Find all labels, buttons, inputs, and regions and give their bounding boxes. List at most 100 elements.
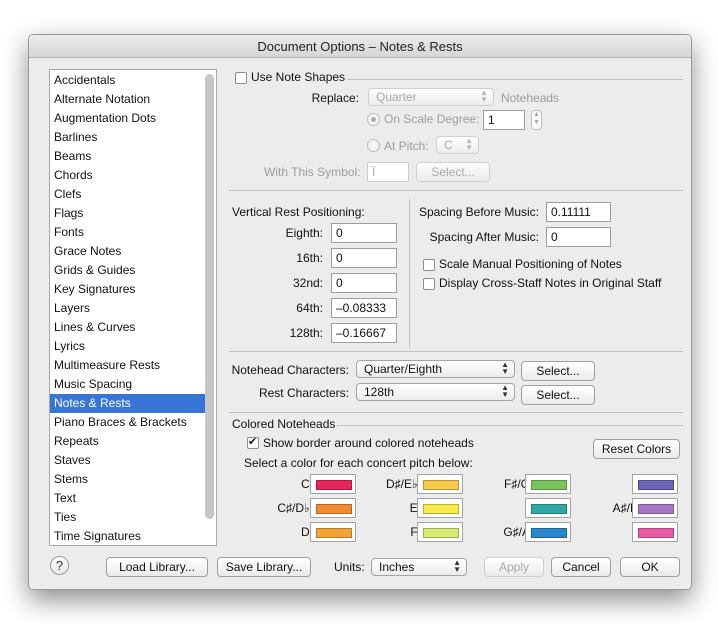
rest-characters-value: 128th (364, 385, 395, 399)
sidebar-item-repeats[interactable]: Repeats (50, 432, 206, 451)
divider-3 (229, 412, 683, 413)
window-title: Document Options – Notes & Rests (257, 39, 463, 54)
scrollbar-thumb[interactable] (205, 74, 214, 519)
sidebar-item-key-signatures[interactable]: Key Signatures (50, 280, 206, 299)
rest-row-label: 128th: (289, 326, 323, 340)
swatch-color-fill (423, 528, 459, 538)
sidebar-item-music-spacing[interactable]: Music Spacing (50, 375, 206, 394)
rest-row-field[interactable]: 0 (331, 273, 397, 293)
spacing-after-field[interactable]: 0 (546, 227, 611, 247)
sidebar-item-time-signatures[interactable]: Time Signatures (50, 527, 206, 545)
save-library-button[interactable]: Save Library... (217, 557, 311, 577)
popup-arrows-icon: ▲ ▼ (480, 88, 488, 104)
sidebar-item-accidentals[interactable]: Accidentals (50, 71, 206, 90)
rest-positioning-heading: Vertical Rest Positioning: (232, 205, 365, 219)
spacing-before-field[interactable]: 0.11111 (546, 202, 611, 222)
pitch-color-swatch[interactable] (525, 498, 571, 518)
sidebar-item-lyrics[interactable]: Lyrics (50, 337, 206, 356)
scale-manual-positioning-checkbox[interactable] (423, 259, 435, 271)
pitch-label: D♯/E♭: (386, 477, 421, 491)
rest-select-button[interactable]: Select... (521, 385, 595, 405)
rest-row-field[interactable]: 0 (331, 223, 397, 243)
cancel-button[interactable]: Cancel (551, 557, 611, 577)
sidebar-item-grids-guides[interactable]: Grids & Guides (50, 261, 206, 280)
reset-colors-button[interactable]: Reset Colors (593, 439, 680, 459)
spacing-before-label: Spacing Before Music: (418, 205, 539, 219)
sidebar-item-ties[interactable]: Ties (50, 508, 206, 527)
sidebar-item-clefs[interactable]: Clefs (50, 185, 206, 204)
pitch-color-swatch[interactable] (417, 474, 463, 494)
rest-row-label: 64th: (296, 301, 323, 315)
units-popup[interactable]: Inches ▲ ▼ (371, 558, 467, 576)
vertical-divider (409, 199, 410, 349)
pitch-color-swatch[interactable] (417, 498, 463, 518)
popup-arrows-icon: ▲ ▼ (501, 383, 509, 399)
sidebar-item-augmentation-dots[interactable]: Augmentation Dots (50, 109, 206, 128)
sidebar-item-alternate-notation[interactable]: Alternate Notation (50, 90, 206, 109)
symbol-select-button[interactable]: Select... (416, 162, 490, 182)
sidebar-item-chords[interactable]: Chords (50, 166, 206, 185)
at-pitch-radio[interactable] (367, 139, 380, 152)
swatch-color-fill (638, 528, 674, 538)
cross-staff-label: Display Cross-Staff Notes in Original St… (439, 276, 662, 290)
show-border-label: Show border around colored noteheads (263, 436, 474, 450)
title-bar[interactable]: Document Options – Notes & Rests (29, 35, 691, 58)
divider-1 (229, 190, 683, 191)
use-note-shapes-label: Use Note Shapes (251, 70, 346, 84)
replace-popup[interactable]: Quarter ▲ ▼ (368, 88, 494, 106)
sidebar-item-stems[interactable]: Stems (50, 470, 206, 489)
use-note-shapes-checkbox[interactable] (235, 72, 247, 84)
category-list[interactable]: Accidentals Alternate Notation Augmentatio… (49, 69, 217, 546)
sidebar-item-fonts[interactable]: Fonts (50, 223, 206, 242)
sidebar-item-layers[interactable]: Layers (50, 299, 206, 318)
pitch-label: C: (301, 477, 313, 491)
sidebar-item-lines-curves[interactable]: Lines & Curves (50, 318, 206, 337)
document-options-dialog: Document Options – Notes & Rests Acciden… (28, 34, 692, 590)
show-border-checkbox[interactable] (247, 435, 259, 449)
symbol-field[interactable]: Ï (367, 162, 409, 182)
replace-value: Quarter (376, 90, 417, 104)
on-scale-degree-radio[interactable] (367, 113, 380, 126)
sidebar-item-notes-rests[interactable]: Notes & Rests (50, 394, 206, 413)
sidebar-item-beams[interactable]: Beams (50, 147, 206, 166)
scrollbar[interactable] (204, 72, 215, 541)
swatch-color-fill (638, 480, 674, 490)
pitch-color-swatch[interactable] (417, 522, 463, 542)
load-library-button[interactable]: Load Library... (106, 557, 208, 577)
sidebar-item-grace-notes[interactable]: Grace Notes (50, 242, 206, 261)
popup-arrows-icon: ▲ ▼ (465, 136, 473, 152)
scale-degree-stepper[interactable]: ▲ ▼ (531, 110, 542, 130)
rest-row-field[interactable]: 0 (331, 248, 397, 268)
apply-button[interactable]: Apply (484, 557, 544, 577)
at-pitch-popup[interactable]: C ▲ ▼ (436, 136, 479, 154)
divider-2 (229, 351, 683, 352)
sidebar-item-text[interactable]: Text (50, 489, 206, 508)
pitch-color-swatch[interactable] (632, 522, 678, 542)
sidebar-item-staves[interactable]: Staves (50, 451, 206, 470)
pitch-label: E: (409, 501, 421, 515)
with-this-symbol-label: With This Symbol: (264, 165, 361, 179)
pitch-color-swatch[interactable] (632, 474, 678, 494)
ok-button[interactable]: OK (620, 557, 680, 577)
sidebar-item-flags[interactable]: Flags (50, 204, 206, 223)
help-button[interactable]: ? (50, 556, 69, 575)
rest-row-field[interactable]: –0.16667 (331, 323, 397, 343)
rest-row-label: Eighth: (285, 226, 323, 240)
rest-row-field[interactable]: –0.08333 (331, 298, 397, 318)
rest-characters-popup[interactable]: 128th ▲ ▼ (356, 383, 515, 401)
note-shapes-divider (347, 79, 683, 80)
swatch-color-fill (423, 480, 459, 490)
notehead-characters-popup[interactable]: Quarter/Eighth ▲ ▼ (356, 360, 515, 378)
sidebar-item-barlines[interactable]: Barlines (50, 128, 206, 147)
cross-staff-checkbox[interactable] (423, 278, 435, 290)
sidebar-item-multimeasure-rests[interactable]: Multimeasure Rests (50, 356, 206, 375)
pitch-color-swatch[interactable] (525, 522, 571, 542)
notehead-select-button[interactable]: Select... (521, 361, 595, 381)
pitch-color-swatch[interactable] (632, 498, 678, 518)
notehead-characters-value: Quarter/Eighth (364, 362, 443, 376)
colored-noteheads-divider (337, 425, 683, 426)
pitch-color-swatch[interactable] (525, 474, 571, 494)
sidebar-item-piano-braces-brackets[interactable]: Piano Braces & Brackets (50, 413, 206, 432)
swatch-color-fill (638, 504, 674, 514)
scale-degree-field[interactable]: 1 (483, 110, 525, 130)
